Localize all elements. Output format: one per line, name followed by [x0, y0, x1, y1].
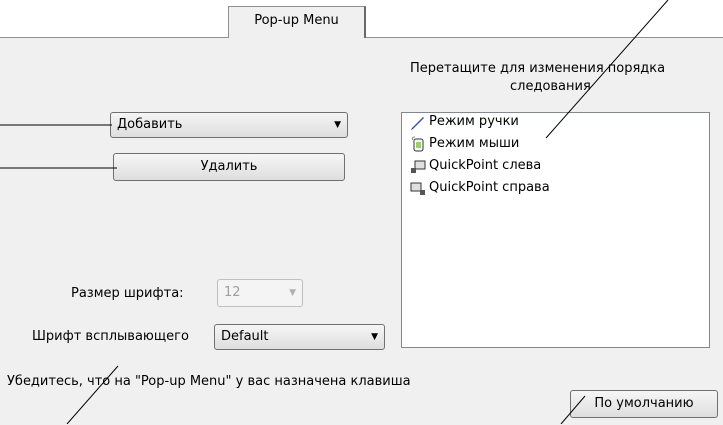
quickpoint-right-icon	[410, 180, 426, 196]
chevron-down-icon: ▼	[334, 120, 341, 130]
default-button[interactable]: По умолчанию	[570, 390, 718, 418]
font-size-dropdown[interactable]: 12 ▼	[217, 279, 303, 307]
quickpoint-left-icon	[410, 158, 426, 174]
list-item-label: QuickPoint справа	[429, 180, 550, 195]
assignment-note: Убедитесь, что на "Pop-up Menu" у вас на…	[7, 374, 411, 389]
mouse-icon	[410, 136, 426, 152]
tab-popup-menu[interactable]: Pop-up Menu	[228, 6, 366, 38]
popup-items-list[interactable]: Режим ручки Режим мыши QuickPoint слева …	[401, 112, 710, 348]
list-item-label: QuickPoint слева	[429, 158, 542, 173]
chevron-down-icon: ▼	[371, 332, 378, 342]
list-item-label: Режим мыши	[429, 136, 520, 151]
list-item-label: Режим ручки	[429, 114, 519, 129]
popup-font-dropdown[interactable]: Default ▼	[214, 324, 385, 350]
popup-font-value: Default	[221, 329, 269, 344]
popup-font-label: Шрифт всплывающего	[32, 329, 189, 344]
list-item[interactable]: QuickPoint слева	[410, 155, 541, 177]
pen-icon	[410, 114, 426, 130]
font-size-value: 12	[224, 285, 241, 300]
list-item[interactable]: Режим ручки	[410, 111, 519, 133]
delete-button[interactable]: Удалить	[113, 153, 345, 181]
order-hint-line1: Перетащите для изменения порядка	[410, 61, 666, 76]
list-item[interactable]: QuickPoint справа	[410, 177, 550, 199]
chevron-down-icon: ▼	[289, 288, 296, 298]
add-action-value: Добавить	[117, 117, 183, 132]
order-hint-line2: следования	[510, 79, 591, 94]
list-item[interactable]: Режим мыши	[410, 133, 519, 155]
font-size-label: Размер шрифта:	[71, 286, 184, 301]
add-action-dropdown[interactable]: Добавить ▼	[110, 112, 348, 138]
